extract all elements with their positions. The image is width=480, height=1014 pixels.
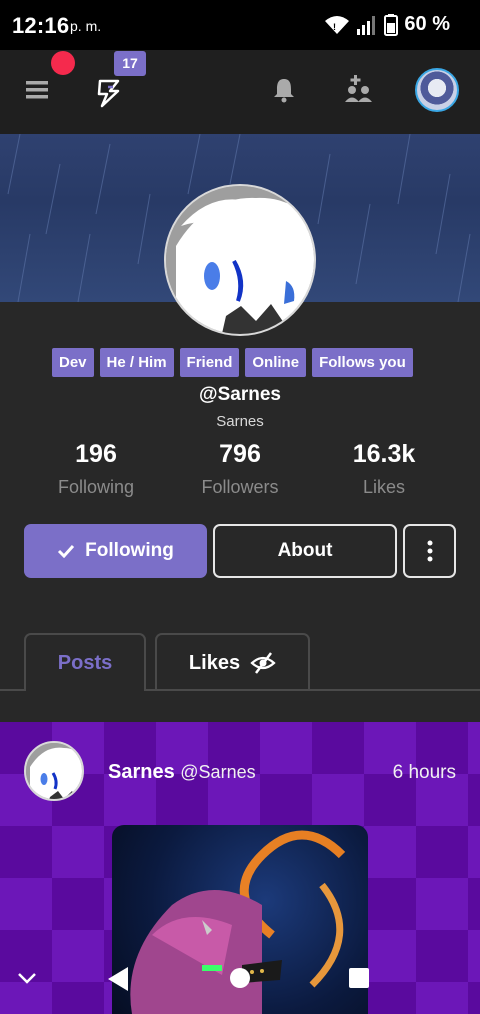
tab-posts[interactable]: Posts bbox=[24, 633, 146, 691]
post-author[interactable]: Sarnes @Sarnes bbox=[108, 761, 256, 784]
stat-likes-value: 16.3k bbox=[352, 440, 416, 468]
add-user-icon[interactable] bbox=[345, 75, 373, 103]
status-icons: ! 60 % bbox=[324, 13, 450, 36]
more-options-button[interactable] bbox=[403, 524, 456, 578]
app-top-bar: 17 bbox=[0, 50, 480, 134]
chevron-down-icon[interactable] bbox=[16, 970, 38, 986]
following-button-label: Following bbox=[85, 540, 174, 561]
following-button[interactable]: Following bbox=[24, 524, 207, 578]
menu-icon[interactable] bbox=[26, 79, 48, 101]
lightning-icon[interactable] bbox=[96, 78, 124, 108]
post-author-handle: @Sarnes bbox=[180, 762, 256, 782]
about-button[interactable]: About bbox=[213, 524, 397, 578]
back-icon[interactable] bbox=[106, 966, 130, 992]
tag-dev: Dev bbox=[52, 348, 94, 377]
battery-percent: 60 % bbox=[404, 13, 450, 35]
profile-display-name: Sarnes bbox=[216, 413, 264, 430]
tab-active-indicator bbox=[26, 689, 144, 691]
status-ampm: p. m. bbox=[70, 18, 102, 34]
stat-followers[interactable]: 796 Followers bbox=[165, 440, 315, 498]
profile-avatar-art bbox=[166, 186, 314, 334]
stat-following[interactable]: 196 Following bbox=[21, 440, 171, 498]
stat-followers-label: Followers bbox=[201, 477, 279, 497]
stat-likes[interactable]: 16.3k Likes bbox=[309, 440, 459, 498]
post-author-name: Sarnes bbox=[108, 761, 175, 783]
stat-followers-value: 796 bbox=[219, 440, 261, 468]
battery-icon bbox=[384, 13, 399, 36]
avatar[interactable] bbox=[415, 68, 459, 112]
status-bar: 12:16 p. m. ! 60 % bbox=[0, 0, 480, 50]
recents-icon[interactable] bbox=[348, 967, 370, 989]
tag-follows-you: Follows you bbox=[312, 348, 413, 377]
notification-count-badge: 17 bbox=[114, 51, 146, 76]
tab-likes-label: Likes bbox=[188, 651, 241, 674]
bell-icon[interactable] bbox=[272, 77, 296, 103]
profile-avatar[interactable] bbox=[164, 184, 316, 336]
stat-likes-label: Likes bbox=[362, 477, 406, 497]
status-time: 12:16 bbox=[12, 13, 70, 38]
home-icon[interactable] bbox=[229, 967, 251, 989]
profile-handle: @Sarnes bbox=[199, 384, 281, 405]
wifi-icon: ! bbox=[325, 15, 350, 34]
tag-pronouns: He / Him bbox=[99, 348, 174, 377]
stat-following-label: Following bbox=[57, 477, 135, 497]
post-time: 6 hours bbox=[392, 762, 456, 783]
tab-posts-label: Posts bbox=[57, 651, 113, 674]
profile-tags: Dev He / Him Friend Online Follows you bbox=[52, 348, 413, 377]
tag-friend: Friend bbox=[179, 348, 240, 377]
signal-icon bbox=[357, 15, 376, 35]
stat-following-value: 196 bbox=[75, 440, 117, 468]
hidden-eye-icon bbox=[250, 652, 276, 674]
notification-dot bbox=[51, 51, 75, 75]
post-author-avatar[interactable] bbox=[24, 741, 84, 801]
system-nav-bar bbox=[0, 950, 480, 1014]
more-vertical-icon bbox=[427, 540, 432, 562]
svg-text:!: ! bbox=[333, 22, 336, 32]
check-icon bbox=[58, 544, 75, 558]
tab-likes[interactable]: Likes bbox=[155, 633, 310, 691]
about-button-label: About bbox=[277, 540, 333, 561]
tag-online: Online bbox=[245, 348, 307, 377]
